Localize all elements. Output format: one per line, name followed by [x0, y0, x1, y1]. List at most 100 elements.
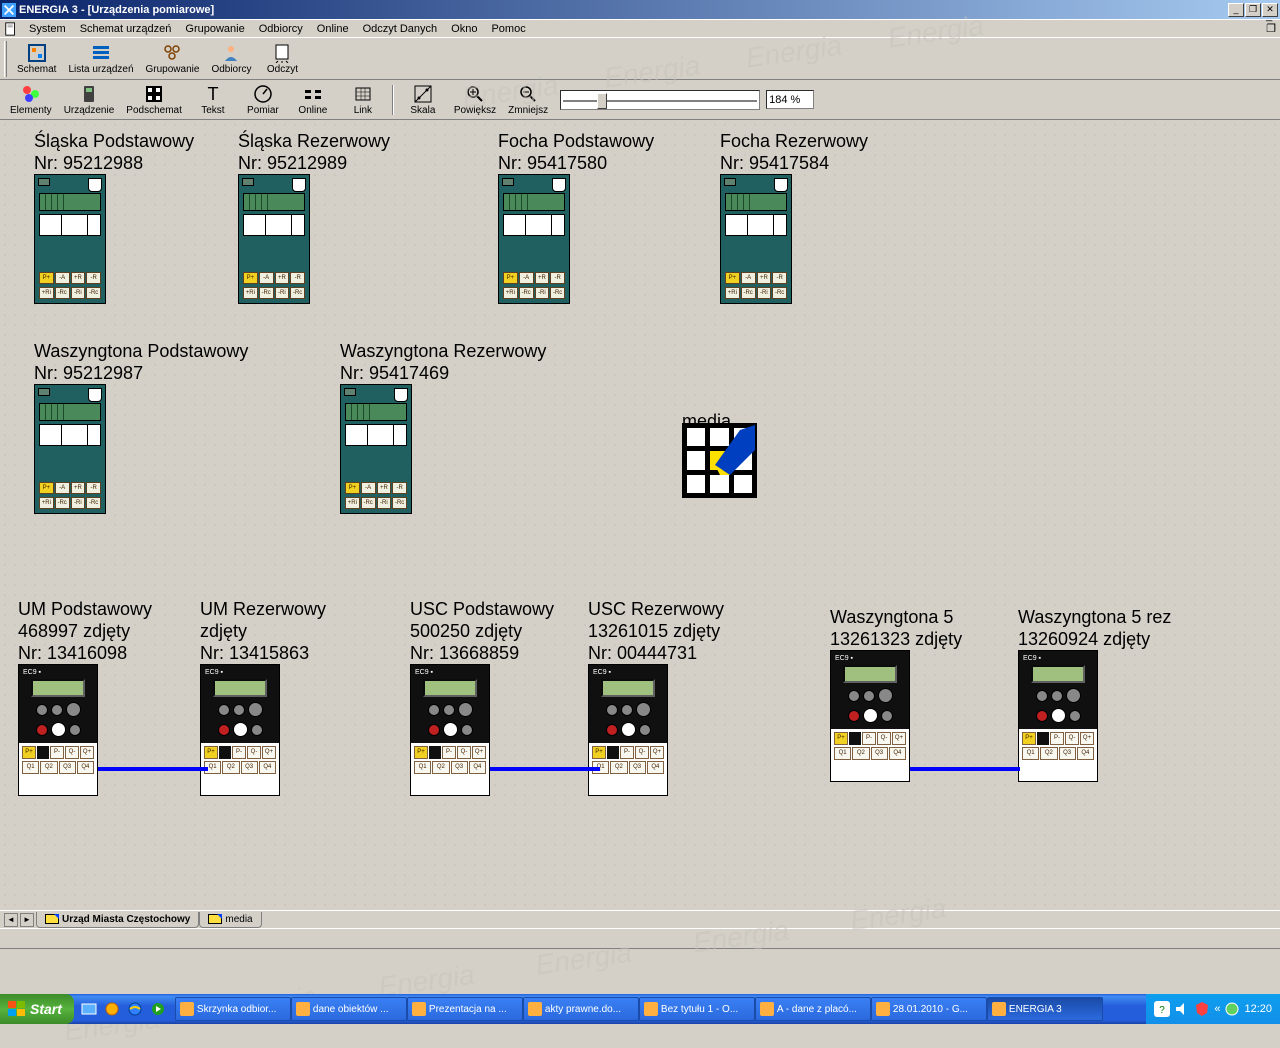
- tray-volume-icon[interactable]: [1174, 1001, 1190, 1017]
- meter-line1: Waszyngtona 5 rez: [1018, 606, 1171, 628]
- menu-system[interactable]: System: [22, 21, 73, 37]
- taskbar-task[interactable]: Prezentacja na ...: [407, 997, 523, 1021]
- quick-launch: [74, 998, 173, 1020]
- menu-odbiorcy[interactable]: Odbiorcy: [252, 21, 310, 37]
- toolbar-grip[interactable]: [4, 41, 7, 77]
- diagram-canvas[interactable]: media Śląska PodstawowyNr: 95212988P+-A+…: [0, 120, 1280, 910]
- tray-clock-icon[interactable]: [1224, 1001, 1240, 1017]
- pomiar-icon: [253, 84, 273, 104]
- ec9-device[interactable]: EC9 ▪P+P-Q-Q+Q1Q2Q3Q4: [200, 664, 280, 796]
- doc-tab-urząd-miasta-częstochowy[interactable]: Urząd Miasta Częstochowy: [36, 912, 199, 928]
- taskbar-task[interactable]: Bez tytułu 1 - O...: [639, 997, 755, 1021]
- tool-powiększ-button[interactable]: Powiększ: [448, 82, 502, 118]
- ql-ie-icon[interactable]: [124, 998, 146, 1020]
- zoom-slider[interactable]: [560, 90, 760, 110]
- tab-scroll-right[interactable]: ►: [20, 913, 34, 927]
- zoom-input[interactable]: [766, 90, 814, 109]
- task-icon: [296, 1002, 310, 1016]
- taskbar-task[interactable]: Skrzynka odbior...: [175, 997, 291, 1021]
- meter-group: Waszyngtona PodstawowyNr: 95212987P+-A+R…: [34, 340, 248, 514]
- menu-pomoc[interactable]: Pomoc: [484, 21, 532, 37]
- ql-media-icon[interactable]: [147, 998, 169, 1020]
- tool-zmniejsz-button[interactable]: Zmniejsz: [502, 82, 554, 118]
- menu-grupowanie[interactable]: Grupowanie: [178, 21, 251, 37]
- meter-device[interactable]: P+-A+R-R+Ri-Rc-Ri-Rc: [340, 384, 412, 514]
- device-connector: [98, 767, 208, 771]
- meter-nr: Nr: 95212987: [34, 362, 248, 384]
- tool-link-button[interactable]: Link: [338, 82, 388, 118]
- urządzenie-icon: [79, 84, 99, 104]
- meter-nr: Nr: 95417469: [340, 362, 546, 384]
- taskbar-task[interactable]: 28.01.2010 - G...: [871, 997, 987, 1021]
- task-icon: [180, 1002, 194, 1016]
- meter-group: USC Rezerwowy13261015 zdjętyNr: 00444731…: [588, 598, 724, 796]
- tool-schemat-button[interactable]: Schemat: [11, 41, 62, 77]
- ec9-device[interactable]: EC9 ▪P+P-Q-Q+Q1Q2Q3Q4: [588, 664, 668, 796]
- ec9-device[interactable]: EC9 ▪P+P-Q-Q+Q1Q2Q3Q4: [1018, 650, 1098, 782]
- tool-urządzenie-button[interactable]: Urządzenie: [58, 82, 121, 118]
- status-bar: [0, 928, 1280, 948]
- tool-tekst-button[interactable]: TTekst: [188, 82, 238, 118]
- meter-device[interactable]: P+-A+R-R+Ri-Rc-Ri-Rc: [238, 174, 310, 304]
- tab-scroll-left[interactable]: ◄: [4, 913, 18, 927]
- taskbar-task[interactable]: A - dane z placó...: [755, 997, 871, 1021]
- device-connector: [910, 767, 1020, 771]
- tray-icon[interactable]: ?: [1154, 1001, 1170, 1017]
- taskbar-task[interactable]: dane obiektów ...: [291, 997, 407, 1021]
- podschemat-icon: [144, 84, 164, 104]
- meter-device[interactable]: P+-A+R-R+Ri-Rc-Ri-Rc: [34, 384, 106, 514]
- svg-text:?: ?: [1160, 1005, 1166, 1016]
- start-button[interactable]: Start: [0, 994, 74, 1024]
- odbiorcy-icon: [221, 43, 241, 63]
- maximize-button[interactable]: ❐: [1245, 3, 1261, 17]
- ec9-device[interactable]: EC9 ▪P+P-Q-Q+Q1Q2Q3Q4: [410, 664, 490, 796]
- skala-icon: [413, 84, 433, 104]
- menu-schemat-urządzeń[interactable]: Schemat urządzeń: [73, 21, 179, 37]
- menu-online[interactable]: Online: [310, 21, 356, 37]
- meter-nr: Nr: 95417580: [498, 152, 654, 174]
- tray-shield-icon[interactable]: [1194, 1001, 1210, 1017]
- tool-online-button[interactable]: Online: [288, 82, 338, 118]
- elementy-icon: [21, 84, 41, 104]
- zmniejsz-icon: [518, 84, 538, 104]
- tool-grupowanie-button[interactable]: Grupowanie: [140, 41, 206, 77]
- taskbar-clock[interactable]: 12:20: [1244, 1003, 1272, 1015]
- document-tab-bar: ◄ ► Urząd Miasta Częstochowymedia: [0, 910, 1280, 928]
- ql-outlook-icon[interactable]: [101, 998, 123, 1020]
- meter-group: Waszyngtona 5 rez13260924 zdjętyEC9 ▪P+P…: [1018, 606, 1171, 782]
- meter-name: Waszyngtona Podstawowy: [34, 340, 248, 362]
- meter-line2: 468997 zdjęty: [18, 620, 152, 642]
- taskbar-task[interactable]: akty prawne.do...: [523, 997, 639, 1021]
- meter-group: Śląska RezerwowyNr: 95212989P+-A+R-R+Ri-…: [238, 130, 390, 304]
- mdi-restore-button[interactable]: ❐: [1266, 22, 1276, 35]
- meter-line3: Nr: 13668859: [410, 642, 554, 664]
- taskbar-task[interactable]: ENERGIA 3: [987, 997, 1103, 1021]
- tray-expand[interactable]: «: [1214, 1003, 1220, 1015]
- doc-tab-media[interactable]: media: [199, 912, 261, 928]
- menu-odczyt-danych[interactable]: Odczyt Danych: [356, 21, 445, 37]
- device-connector: [490, 767, 600, 771]
- ec9-device[interactable]: EC9 ▪P+P-Q-Q+Q1Q2Q3Q4: [830, 650, 910, 782]
- tool-skala-button[interactable]: Skala: [398, 82, 448, 118]
- tool-odbiorcy-button[interactable]: Odbiorcy: [205, 41, 257, 77]
- tool-elementy-button[interactable]: Elementy: [4, 82, 58, 118]
- media-subschematic-icon[interactable]: [682, 423, 757, 498]
- tool-odczyt-button[interactable]: Odczyt: [257, 41, 307, 77]
- menu-okno[interactable]: Okno: [444, 21, 484, 37]
- meter-name: Śląska Podstawowy: [34, 130, 194, 152]
- meter-device[interactable]: P+-A+R-R+Ri-Rc-Ri-Rc: [720, 174, 792, 304]
- meter-name: Focha Podstawowy: [498, 130, 654, 152]
- tool-lista-urządzeń-button[interactable]: Lista urządzeń: [62, 41, 139, 77]
- task-icon: [992, 1002, 1006, 1016]
- meter-device[interactable]: P+-A+R-R+Ri-Rc-Ri-Rc: [498, 174, 570, 304]
- minimize-button[interactable]: _: [1228, 3, 1244, 17]
- meter-line3: Nr: 00444731: [588, 642, 724, 664]
- meter-line3: Nr: 13415863: [200, 642, 326, 664]
- ql-desktop-icon[interactable]: [78, 998, 100, 1020]
- schemat-icon: [27, 43, 47, 63]
- ec9-device[interactable]: EC9 ▪P+P-Q-Q+Q1Q2Q3Q4: [18, 664, 98, 796]
- meter-device[interactable]: P+-A+R-R+Ri-Rc-Ri-Rc: [34, 174, 106, 304]
- tool-podschemat-button[interactable]: Podschemat: [120, 82, 188, 118]
- mdi-minimize-button[interactable]: _: [1266, 10, 1276, 22]
- tool-pomiar-button[interactable]: Pomiar: [238, 82, 288, 118]
